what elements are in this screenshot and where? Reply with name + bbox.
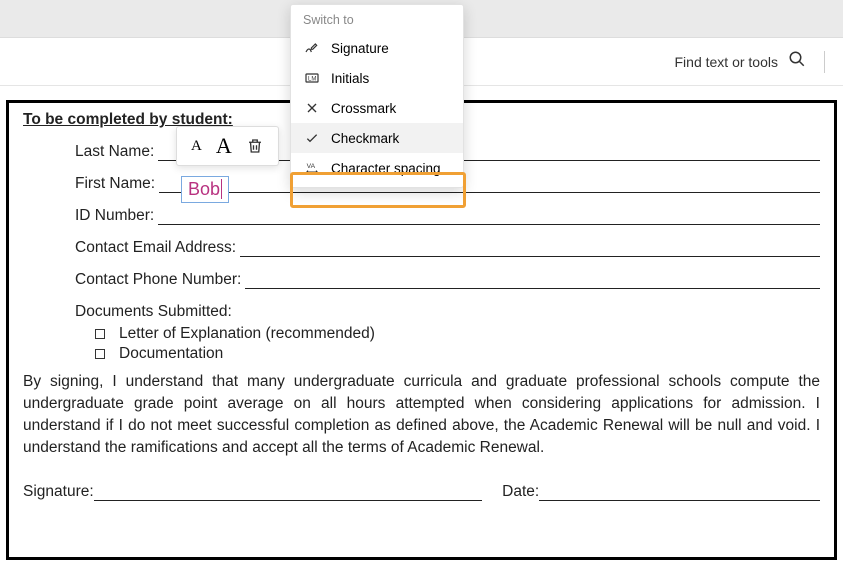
doc2-checkbox[interactable] [95,349,105,359]
svg-text:LM: LM [308,77,316,83]
signature-line[interactable] [94,484,482,501]
menu-item-label: Checkmark [331,131,399,146]
increase-text-button[interactable]: A [216,133,232,159]
id-line[interactable] [158,208,820,225]
first-name-input[interactable]: Bob [181,176,229,203]
crossmark-icon [303,100,321,116]
phone-label: Contact Phone Number: [75,271,245,289]
signature-icon [303,40,321,56]
search-label[interactable]: Find text or tools [675,54,779,70]
doc2-row: Documentation [95,345,820,363]
doc1-row: Letter of Explanation (recommended) [95,325,820,343]
svg-text:VA: VA [307,163,316,170]
menu-item-character-spacing[interactable]: VA Character spacing [291,153,463,183]
signature-label: Signature: [23,483,94,501]
menu-item-checkmark[interactable]: Checkmark [291,123,463,153]
character-spacing-icon: VA [303,160,321,176]
id-row: ID Number: [75,207,820,225]
date-line[interactable] [539,484,820,501]
email-row: Contact Email Address: [75,239,820,257]
agreement-paragraph: By signing, I understand that many under… [23,371,820,459]
email-label: Contact Email Address: [75,239,240,257]
menu-item-label: Crossmark [331,101,396,116]
initials-icon: LM [303,70,321,86]
doc1-label: Letter of Explanation (recommended) [119,325,375,343]
checkmark-icon [303,130,321,146]
doc2-label: Documentation [119,345,223,363]
signature-row: Signature: Date: [23,483,820,501]
documents-label: Documents Submitted: [75,303,820,321]
menu-item-signature[interactable]: Signature [291,33,463,63]
first-name-value: Bob [188,179,220,199]
first-name-line[interactable] [159,176,820,193]
switch-to-menu: Switch to Signature LM Initials Crossmar… [290,4,464,188]
phone-row: Contact Phone Number: [75,271,820,289]
email-line[interactable] [240,240,820,257]
doc1-checkbox[interactable] [95,329,105,339]
phone-line[interactable] [245,272,820,289]
toolbar-divider [824,51,825,73]
search-icon[interactable] [788,50,806,73]
id-label: ID Number: [75,207,158,225]
text-size-toolbar: A A [176,126,279,166]
menu-item-label: Initials [331,71,369,86]
menu-item-crossmark[interactable]: Crossmark [291,93,463,123]
menu-item-initials[interactable]: LM Initials [291,63,463,93]
first-name-label: First Name: [75,175,159,193]
menu-item-label: Character spacing [331,161,441,176]
documents-block: Documents Submitted: Letter of Explanati… [75,303,820,363]
last-name-label: Last Name: [75,143,158,161]
delete-button[interactable] [246,137,264,155]
menu-header: Switch to [291,5,463,33]
decrease-text-button[interactable]: A [191,138,202,155]
menu-item-label: Signature [331,41,389,56]
date-label: Date: [502,483,539,501]
